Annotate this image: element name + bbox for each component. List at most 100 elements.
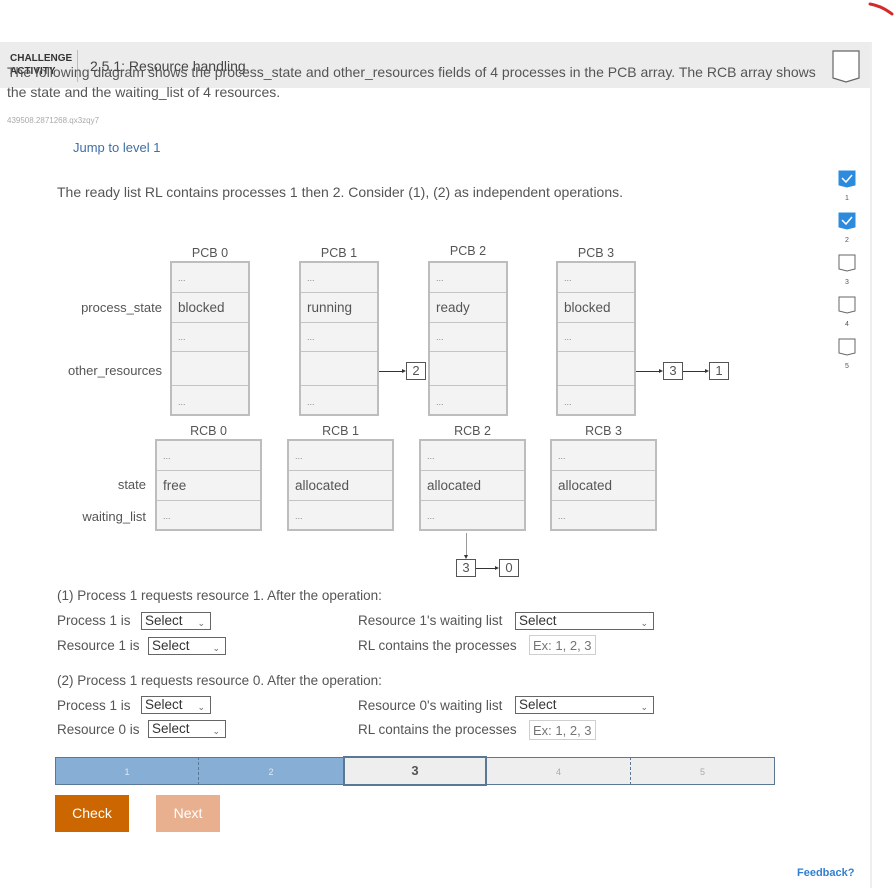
level-empty-bookmark-icon: [838, 296, 856, 314]
q1-waiting-list-label: Resource 1's waiting list: [358, 613, 503, 628]
ellipsis-text: ...: [178, 396, 186, 407]
level-progress-bar: 12345: [55, 756, 775, 786]
q2-resource-state-select[interactable]: Select ⌄: [148, 720, 226, 738]
pcb-caption: PCB 1: [320, 246, 358, 260]
link-arrow-line: [379, 371, 403, 372]
progress-segment-1[interactable]: 1: [55, 757, 199, 785]
row-label-waiting-list: waiting_list: [82, 509, 146, 524]
pcb-caption: PCB 0: [191, 246, 229, 260]
waiting-list-cell: ...: [157, 501, 260, 531]
progress-segment-4[interactable]: 4: [487, 757, 631, 785]
level-indicator-4[interactable]: 4: [836, 296, 858, 328]
ellipsis-cell: ...: [289, 441, 392, 471]
chevron-down-icon: ⌄: [212, 726, 220, 736]
ellipsis-text: ...: [564, 272, 572, 283]
chevron-down-icon: ⌄: [640, 702, 648, 712]
ellipsis-text: ...: [295, 511, 303, 521]
process-state-cell: blocked: [558, 293, 634, 323]
rcb-block-2: ... allocated...: [419, 439, 526, 531]
resource-list-node: 2: [406, 362, 426, 380]
row-label-other-resources: other_resources: [68, 363, 162, 378]
q1-waiting-list-select[interactable]: Select ⌄: [515, 612, 654, 630]
progress-segment-3[interactable]: 3: [343, 756, 487, 786]
q2-process-label: Process 1 is: [57, 698, 131, 713]
ellipsis-text: ...: [295, 450, 303, 461]
rcb-caption: RCB 1: [322, 424, 359, 438]
level-number: 1: [845, 195, 849, 202]
progress-segment-5[interactable]: 5: [631, 757, 775, 785]
activity-description: The following diagram shows the process_…: [7, 64, 816, 100]
ellipsis-cell: ...: [430, 323, 506, 352]
link-arrow-line: [466, 533, 467, 556]
q2-waiting-list-label: Resource 0's waiting list: [358, 698, 503, 713]
q1-process-state-select[interactable]: Select ⌄: [141, 612, 211, 630]
check-button[interactable]: Check: [55, 795, 129, 832]
other-resources-cell: [301, 352, 377, 386]
level-number: 2: [845, 237, 849, 244]
ellipsis-cell: ...: [301, 263, 377, 293]
ellipsis-cell: ...: [421, 441, 524, 471]
ellipsis-text: ...: [307, 332, 315, 342]
other-resources-cell: [558, 352, 634, 386]
process-state-cell: running: [301, 293, 377, 323]
next-button[interactable]: Next: [156, 795, 220, 832]
progress-segment-2[interactable]: 2: [199, 757, 343, 785]
resource-state-cell: free: [157, 471, 260, 501]
ellipsis-cell: ...: [430, 386, 506, 417]
resource-state-cell: allocated: [552, 471, 655, 501]
q2-rl-label: RL contains the processes: [358, 722, 517, 737]
row-label-process-state: process_state: [81, 300, 162, 315]
rcb-block-0: ... free...: [155, 439, 262, 531]
ellipsis-text: ...: [564, 396, 572, 407]
level-indicator-3[interactable]: 3: [836, 254, 858, 286]
link-arrow-line: [636, 371, 660, 372]
ellipsis-text: ...: [558, 511, 566, 521]
ellipsis-cell: ...: [301, 323, 377, 352]
ellipsis-cell: ...: [558, 323, 634, 352]
level-number: 3: [845, 279, 849, 286]
rcb-caption: RCB 0: [190, 424, 227, 438]
ellipsis-text: ...: [163, 450, 171, 461]
waiting-list-node: 3: [456, 559, 476, 577]
ellipsis-text: ...: [427, 450, 435, 461]
q2-waiting-list-select[interactable]: Select ⌄: [515, 696, 654, 714]
pcb-caption: PCB 3: [577, 246, 615, 260]
level-indicator-1[interactable]: 1: [836, 170, 858, 202]
ellipsis-text: ...: [307, 272, 315, 283]
q2-rl-input[interactable]: [529, 720, 596, 740]
ellipsis-cell: ...: [430, 263, 506, 293]
ellipsis-cell: ...: [157, 441, 260, 471]
resource-state-value: allocated: [427, 478, 482, 493]
red-annotation-mark: [868, 2, 894, 16]
process-state-value: blocked: [178, 300, 225, 315]
chevron-down-icon: ⌄: [212, 643, 220, 653]
rcb-caption: RCB 3: [585, 424, 622, 438]
level-indicator-2[interactable]: 2: [836, 212, 858, 244]
q1-resource-state-select[interactable]: Select ⌄: [148, 637, 226, 655]
q1-rl-input[interactable]: [529, 635, 596, 655]
chevron-down-icon: ⌄: [640, 618, 648, 628]
ellipsis-cell: ...: [558, 263, 634, 293]
rcb-block-3: ... allocated...: [550, 439, 657, 531]
resource-list-node: 3: [663, 362, 683, 380]
process-state-value: ready: [436, 300, 470, 315]
feedback-link[interactable]: Feedback?: [797, 867, 854, 879]
question-1-title: (1) Process 1 requests resource 1. After…: [57, 588, 382, 603]
ellipsis-cell: ...: [172, 263, 248, 293]
q1-process-label: Process 1 is: [57, 613, 131, 628]
q1-rl-label: RL contains the processes: [358, 638, 517, 653]
level-number: 4: [845, 321, 849, 328]
question-2-title: (2) Process 1 requests resource 0. After…: [57, 673, 382, 688]
resource-state-cell: allocated: [289, 471, 392, 501]
waiting-list-cell: ...: [552, 501, 655, 531]
chevron-down-icon: ⌄: [197, 702, 205, 712]
q2-resource-label: Resource 0 is: [57, 722, 140, 737]
ellipsis-text: ...: [163, 511, 171, 521]
q2-process-state-select[interactable]: Select ⌄: [141, 696, 211, 714]
ellipsis-text: ...: [558, 450, 566, 461]
level-empty-bookmark-icon: [838, 254, 856, 272]
jump-to-level-link[interactable]: Jump to level 1: [73, 140, 160, 155]
rcb-block-1: ... allocated...: [287, 439, 394, 531]
waiting-list-cell: ...: [421, 501, 524, 531]
level-indicator-5[interactable]: 5: [836, 338, 858, 370]
